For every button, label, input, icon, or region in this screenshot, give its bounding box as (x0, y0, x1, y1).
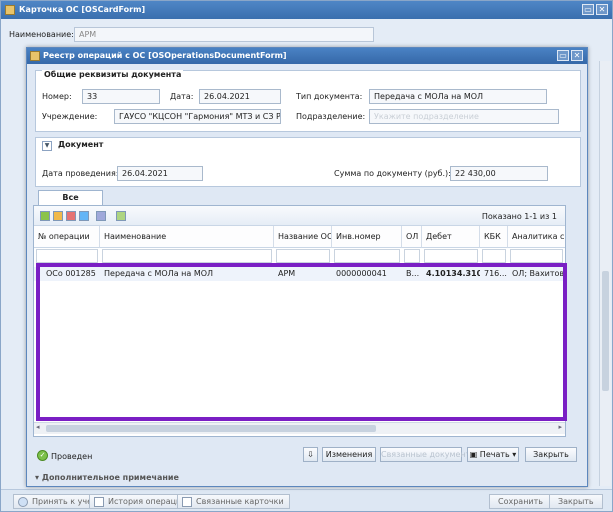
changes-button[interactable]: Изменения (322, 447, 376, 462)
name-input[interactable]: АРМ (74, 27, 374, 42)
doctype-input[interactable]: Передача с МОЛа на МОЛ (369, 89, 547, 104)
refresh-icon[interactable] (116, 211, 126, 221)
outer-scroll-thumb[interactable] (602, 271, 609, 391)
grid-toolbar: Показано 1-1 из 1 (34, 206, 565, 226)
org-input[interactable]: ГАУСО "КЦСОН "Гармония" МТЗ и СЗ РТ г (114, 109, 281, 124)
scroll-left-icon[interactable]: ◂ (36, 423, 40, 431)
col-ol[interactable]: ОЛ (402, 226, 422, 248)
filter-debit[interactable] (424, 249, 478, 263)
os-card-title: Карточка ОС [OSCardForm] (19, 5, 146, 14)
dialog-window-icon (30, 51, 40, 61)
dialog-title: Реестр операций с ОС [OSOperationsDocume… (43, 51, 287, 60)
cell-operation-number: ОСо 001285 (46, 269, 96, 278)
general-requisites-panel: Общие реквизиты документа Номер: 33 Дата… (35, 70, 581, 132)
dept-label: Подразделение: (296, 112, 366, 121)
general-legend: Общие реквизиты документа (42, 70, 184, 79)
doctype-label: Тип документа: (296, 92, 363, 101)
columns-menu-icon[interactable] (96, 211, 106, 221)
linked-cards-icon (182, 497, 192, 507)
filter-analytics[interactable] (510, 249, 563, 263)
os-card-footer: Принять к учету История операций Связанн… (1, 489, 612, 511)
entries-grid: Показано 1-1 из 1 № операции Наименовани… (33, 205, 566, 437)
col-kbk[interactable]: КБК (480, 226, 508, 248)
print-icon: ▣ (469, 450, 480, 459)
scroll-right-icon[interactable]: ▸ (558, 423, 562, 431)
extra-note-label[interactable]: ▾ Дополнительное примечание (35, 473, 179, 482)
filter-inv-number[interactable] (334, 249, 400, 263)
restore-icon[interactable]: ▭ (582, 4, 594, 15)
filter-ol[interactable] (404, 249, 420, 263)
os-card-titlebar: Карточка ОС [OSCardForm] ▭ ✕ (1, 1, 612, 19)
add-icon[interactable] (40, 211, 50, 221)
history-icon (94, 497, 104, 507)
filter-operation-number[interactable] (36, 249, 98, 263)
col-inv-number[interactable]: Инв.номер (332, 226, 402, 248)
dialog-close-button[interactable]: Закрыть (525, 447, 577, 462)
cell-ol: В... (406, 269, 420, 278)
date-label: Дата: (170, 92, 194, 101)
filter-os-name[interactable] (276, 249, 330, 263)
tab-all-entries[interactable]: Все проводки (38, 190, 103, 216)
col-operation-number[interactable]: № операции (34, 226, 100, 248)
cell-name: Передача с МОЛа на МОЛ (104, 269, 214, 278)
dept-input[interactable]: Укажите подразделение (369, 109, 559, 124)
linked-docs-button[interactable]: Связанные документы (380, 447, 477, 462)
save-button[interactable]: Сохранить (489, 494, 552, 509)
document-collapse-icon[interactable]: ▼ (42, 141, 52, 151)
number-label: Номер: (42, 92, 72, 101)
outer-vertical-scrollbar[interactable] (599, 61, 611, 486)
col-name[interactable]: Наименование (100, 226, 274, 248)
posted-check-icon: ✓ (37, 450, 48, 461)
name-label: Наименование: (9, 30, 74, 39)
grid-horizontal-scrollbar[interactable]: ◂ ▸ (34, 422, 565, 434)
close-icon[interactable]: ✕ (596, 4, 608, 15)
document-legend: Документ (56, 140, 106, 149)
records-count: Показано 1-1 из 1 (481, 212, 557, 221)
cell-debit: 4.10134.310 (426, 269, 480, 278)
status-text: Проведен (51, 452, 93, 461)
posting-date-input[interactable]: 26.04.2021 (117, 166, 203, 181)
grid-scroll-thumb[interactable] (46, 425, 376, 432)
outer-close-button[interactable]: Закрыть (549, 494, 603, 509)
export-icon[interactable]: ⇩ (303, 447, 318, 462)
print-button[interactable]: ▣ Печать ▾ (467, 447, 519, 462)
filter-name[interactable] (102, 249, 272, 263)
number-input[interactable]: 33 (82, 89, 160, 104)
window-icon (5, 5, 15, 15)
copy-icon[interactable] (79, 211, 89, 221)
cell-analytics: ОЛ; Вахитова (512, 269, 565, 278)
sum-label: Сумма по документу (руб.): (334, 169, 451, 178)
extra-note-row: ▾ Дополнительное примечание (35, 472, 581, 486)
dialog-titlebar[interactable]: Реестр операций с ОС [OSOperationsDocume… (27, 48, 587, 64)
col-os-name[interactable]: Название ОС (274, 226, 332, 248)
delete-icon[interactable] (66, 211, 76, 221)
col-analytics[interactable]: Аналитика сч (508, 226, 565, 248)
accept-icon (18, 497, 28, 507)
posting-date-label: Дата проведения: (42, 169, 119, 178)
chevron-down-icon: ▾ (509, 450, 517, 459)
sum-input[interactable]: 22 430,00 (450, 166, 548, 181)
col-debit[interactable]: Дебет (422, 226, 480, 248)
dialog-restore-icon[interactable]: ▭ (557, 50, 569, 61)
filter-kbk[interactable] (482, 249, 506, 263)
cell-kbk: 716... (484, 269, 507, 278)
linked-cards-button[interactable]: Связанные карточки (177, 494, 290, 509)
dialog-status-row: ✓ Проведен ⇩ Изменения Связанные докумен… (35, 446, 581, 468)
date-input[interactable]: 26.04.2021 (199, 89, 281, 104)
edit-icon[interactable] (53, 211, 63, 221)
cell-inv-number: 0000000041 (336, 269, 387, 278)
cell-os-name: АРМ (278, 269, 296, 278)
dialog-close-icon[interactable]: ✕ (571, 50, 583, 61)
org-label: Учреждение: (42, 112, 98, 121)
document-panel: ▼ Документ Дата проведения: 26.04.2021 С… (35, 137, 581, 187)
